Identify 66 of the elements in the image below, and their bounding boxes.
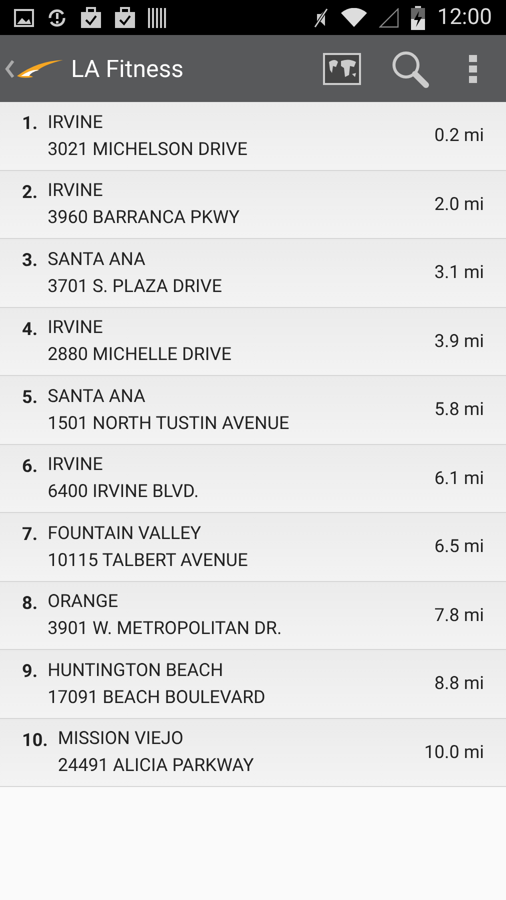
app-title: LA Fitness: [71, 54, 184, 84]
location-address: 3021 MICHELSON DRIVE: [48, 138, 248, 162]
clipboard-check-icon: [114, 6, 136, 28]
signal-icon: [379, 8, 400, 28]
location-city: FOUNTAIN VALLEY: [48, 522, 202, 546]
battery-charging-icon: [411, 6, 426, 30]
swoosh-logo-icon: [17, 58, 63, 78]
location-city: SANTA ANA: [48, 384, 146, 409]
location-row[interactable]: 5. SANTA ANA 1501 NORTH TUSTIN AVENUE 5.8 mi: [0, 376, 506, 444]
location-row[interactable]: 6. IRVINE 6400 IRVINE BLVD. 6.1 mi: [0, 444, 506, 513]
search-icon: [390, 48, 430, 88]
location-address: 10115 TALBERT AVENUE: [48, 548, 249, 573]
back-chevron-icon: [5, 60, 15, 78]
location-row[interactable]: 9. HUNTINGTON BEACH 17091 BEACH BOULEVARD 8.8 mi: [0, 650, 506, 718]
location-number: 1.: [22, 112, 38, 136]
location-city: IRVINE: [48, 110, 104, 135]
more-vertical-icon: [469, 54, 477, 82]
clipboard-check-icon: [80, 6, 102, 28]
location-row[interactable]: 3. SANTA ANA 3701 S. PLAZA DRIVE 3.1 mi: [0, 239, 506, 308]
location-distance: 3.9 mi: [434, 330, 484, 354]
location-address: 3960 BARRANCA PKWY: [48, 206, 241, 230]
location-number: 8.: [22, 592, 38, 616]
location-number: 10.: [22, 728, 48, 752]
location-city: IRVINE: [48, 316, 104, 340]
location-row[interactable]: 7. FOUNTAIN VALLEY 10115 TALBERT AVENUE 6.5 mi: [0, 513, 506, 582]
location-distance: 3.1 mi: [434, 261, 484, 286]
location-distance: 10.0 mi: [424, 740, 484, 765]
barcode-icon: [148, 8, 166, 28]
location-row[interactable]: 4. IRVINE 2880 MICHELLE DRIVE 3.9 mi: [0, 308, 506, 376]
location-distance: 5.8 mi: [434, 398, 484, 422]
location-row[interactable]: 2. IRVINE 3960 BARRANCA PKWY 2.0 mi: [0, 170, 506, 239]
location-distance: 8.8 mi: [434, 672, 484, 696]
location-number: 3.: [22, 249, 38, 273]
location-distance: 6.1 mi: [434, 466, 484, 491]
location-city: IRVINE: [48, 179, 104, 204]
location-address: 17091 BEACH BOULEVARD: [48, 686, 266, 710]
mute-icon: [313, 6, 330, 28]
location-address: 1501 NORTH TUSTIN AVENUE: [48, 412, 290, 436]
location-address: 2880 MICHELLE DRIVE: [48, 343, 232, 368]
location-number: 7.: [22, 523, 38, 547]
location-number: 9.: [22, 660, 38, 684]
location-city: IRVINE: [48, 453, 104, 478]
sync-alert-icon: [46, 8, 68, 28]
location-number: 4.: [22, 318, 38, 342]
image-icon: [14, 8, 34, 26]
location-row[interactable]: 1. IRVINE 3021 MICHELSON DRIVE 0.2 mi: [0, 102, 506, 170]
location-row[interactable]: 10. MISSION VIEJO 24491 ALICIA PARKWAY 10.0 mi: [0, 718, 506, 787]
location-city: HUNTINGTON BEACH: [48, 658, 224, 683]
location-address: 6400 IRVINE BLVD.: [48, 480, 200, 504]
location-distance: 2.0 mi: [434, 192, 484, 217]
location-distance: 0.2 mi: [434, 124, 484, 148]
location-address: 3701 S. PLAZA DRIVE: [48, 274, 223, 299]
location-address: 3901 W. METROPOLITAN DR.: [48, 617, 283, 642]
location-number: 2.: [22, 180, 38, 204]
location-number: 5.: [22, 386, 38, 410]
status-time: 12:00: [437, 4, 492, 32]
world-map-icon: [323, 52, 361, 84]
location-city: SANTA ANA: [48, 248, 146, 272]
location-distance: 6.5 mi: [434, 535, 484, 560]
location-address: 24491 ALICIA PARKWAY: [58, 754, 255, 778]
location-number: 6.: [22, 454, 38, 478]
location-city: MISSION VIEJO: [58, 727, 184, 752]
location-row[interactable]: 8. ORANGE 3901 W. METROPOLITAN DR. 7.8 mi: [0, 582, 506, 650]
wifi-icon: [341, 8, 368, 28]
location-distance: 7.8 mi: [434, 604, 484, 628]
location-city: ORANGE: [48, 590, 120, 614]
